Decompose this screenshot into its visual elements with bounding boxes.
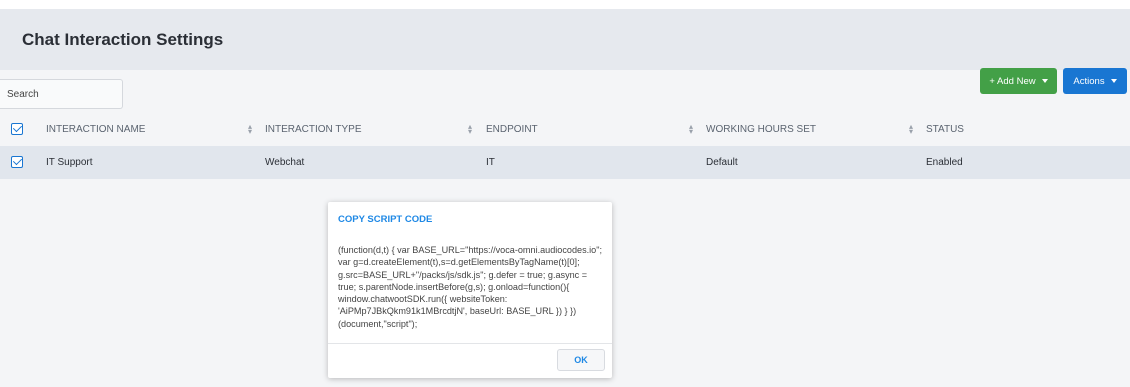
chevron-down-icon bbox=[1041, 79, 1048, 83]
script-line: (document,"script"); bbox=[338, 318, 418, 329]
search-input[interactable] bbox=[0, 80, 122, 108]
script-line: window.chatwootSDK.run({ websiteToken: bbox=[338, 294, 508, 305]
table-row[interactable]: IT Support Webchat IT Default Enabled bbox=[0, 146, 1130, 179]
script-line: g.src=BASE_URL+"/packs/js/sdk.js"; g.def… bbox=[338, 269, 588, 280]
page-header: Chat Interaction Settings bbox=[0, 9, 1130, 70]
actions-button[interactable]: Actions bbox=[1063, 68, 1127, 94]
cell-status: Enabled bbox=[926, 157, 963, 168]
search-box[interactable] bbox=[0, 79, 123, 109]
cell-working-hours-set: Default bbox=[706, 157, 738, 168]
sort-icon[interactable]: ▴ ▾ bbox=[907, 123, 915, 136]
cell-interaction-type: Webchat bbox=[265, 157, 305, 168]
column-header-status[interactable]: STATUS bbox=[926, 113, 964, 146]
cell-endpoint: IT bbox=[486, 157, 495, 168]
interactions-table: INTERACTION NAME ▴ ▾ INTERACTION TYPE ▴ ▾ … bbox=[0, 113, 1130, 179]
sort-icon[interactable]: ▴ ▾ bbox=[246, 123, 254, 136]
add-new-button[interactable]: + Add New bbox=[980, 68, 1057, 94]
sort-icon[interactable]: ▴ ▾ bbox=[687, 123, 695, 136]
column-header-working-hours-set[interactable]: WORKING HOURS SET bbox=[706, 113, 816, 146]
script-code[interactable]: (function(d,t) { var BASE_URL="https://v… bbox=[338, 244, 604, 330]
table-header: INTERACTION NAME ▴ ▾ INTERACTION TYPE ▴ ▾ … bbox=[0, 113, 1130, 146]
select-all-checkbox[interactable] bbox=[11, 123, 23, 135]
column-header-interaction-name[interactable]: INTERACTION NAME bbox=[46, 113, 145, 146]
dialog-title: COPY SCRIPT CODE bbox=[338, 214, 433, 225]
script-line: var g=d.createElement(t),s=d.getElements… bbox=[338, 257, 580, 268]
page-title: Chat Interaction Settings bbox=[22, 29, 224, 49]
ok-button[interactable]: OK bbox=[557, 349, 605, 371]
column-header-endpoint[interactable]: ENDPOINT bbox=[486, 113, 538, 146]
chevron-down-icon bbox=[1110, 79, 1117, 83]
dialog-divider bbox=[328, 343, 612, 344]
cell-interaction-name: IT Support bbox=[46, 157, 93, 168]
script-line: 'AiPMp7JBkQkm91k1MBrcdtjN', baseUrl: BAS… bbox=[338, 306, 577, 317]
add-new-label: + Add New bbox=[989, 75, 1036, 87]
sort-icon[interactable]: ▴ ▾ bbox=[466, 123, 474, 136]
actions-label: Actions bbox=[1073, 75, 1105, 87]
copy-script-dialog: COPY SCRIPT CODE (function(d,t) { var BA… bbox=[328, 202, 612, 378]
script-line: true; s.parentNode.insertBefore(g,s); g.… bbox=[338, 281, 570, 292]
script-line: (function(d,t) { var BASE_URL="https://v… bbox=[338, 245, 602, 255]
column-header-interaction-type[interactable]: INTERACTION TYPE bbox=[265, 113, 362, 146]
row-checkbox[interactable] bbox=[11, 156, 23, 168]
